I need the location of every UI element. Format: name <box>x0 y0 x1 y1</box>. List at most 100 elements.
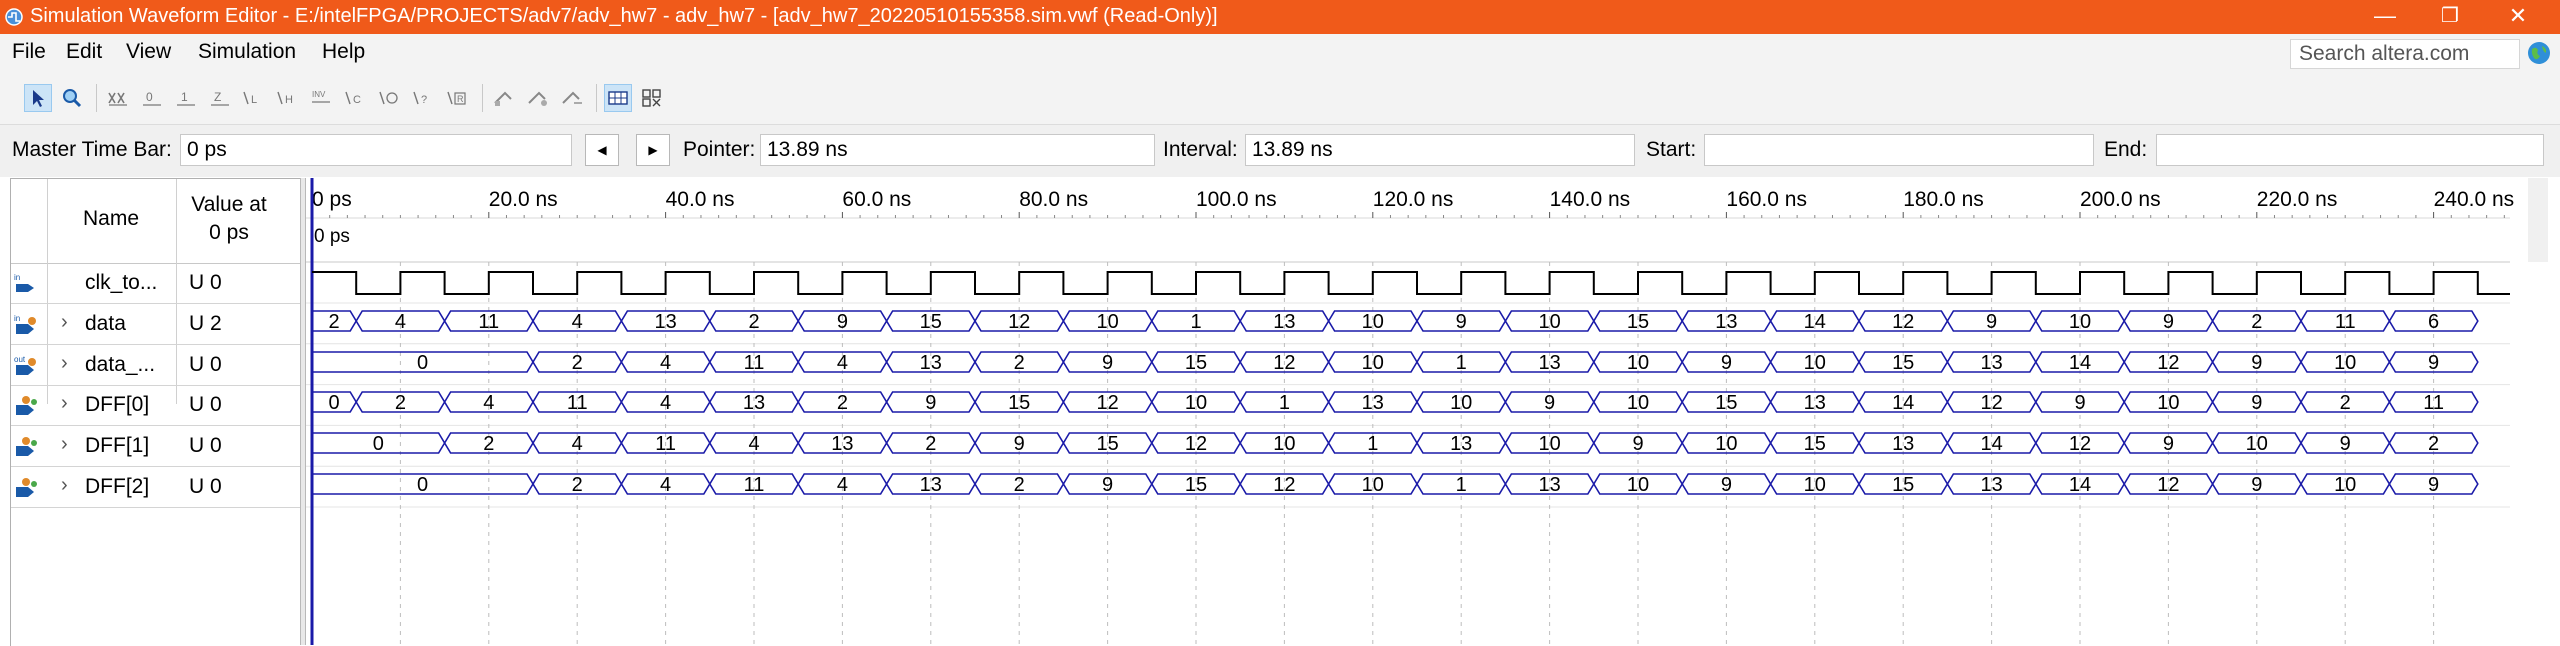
data-out-bus-value: 15 <box>1185 352 1207 374</box>
waveform-canvas[interactable]: 0 ps 20.0 ns 40.0 ns 60.0 ns 80.0 ns 100.0 ns… <box>306 178 2560 645</box>
force-weak-high-button[interactable]: H <box>274 84 302 112</box>
data-bus-value: 13 <box>1273 311 1295 333</box>
dff0-bus-value: 2 <box>837 392 848 414</box>
data-bus-value: 9 <box>1456 311 1467 333</box>
dff0-bus-value: 0 <box>329 392 340 414</box>
start-field[interactable] <box>1704 134 2094 166</box>
random-values-button[interactable]: ? <box>410 84 438 112</box>
overwrite-clock-button[interactable] <box>376 84 404 112</box>
dff0-bus-value: 13 <box>743 392 765 414</box>
title-bar: Simulation Waveform Editor - E:/intelFPG… <box>0 0 2560 34</box>
dff1-bus-value: 12 <box>1185 433 1207 455</box>
svg-text:C: C <box>353 94 361 106</box>
master-time-bar-field[interactable]: 0 ps <box>180 134 572 166</box>
data-bus-value: 10 <box>1538 311 1560 333</box>
insert-node-button[interactable] <box>558 84 586 112</box>
dff0-bus-value: 10 <box>1450 392 1472 414</box>
data-out-bus-value: 2 <box>1014 352 1025 374</box>
data-bus-value: 4 <box>395 311 406 333</box>
data-bus-value: 15 <box>1627 311 1649 333</box>
minimize-button[interactable]: — <box>2355 0 2415 34</box>
signal-row-dff1[interactable]: › DFF[1] U 0 <box>11 426 301 467</box>
buried-bus-icon <box>16 437 37 456</box>
name-column-header[interactable]: Name <box>83 207 139 231</box>
zoom-tool-button[interactable] <box>58 84 86 112</box>
selection-tool-button[interactable] <box>24 84 52 112</box>
data-out-bus-value: 1 <box>1456 352 1467 374</box>
dff1-bus-value: 2 <box>925 433 936 455</box>
waveform-display[interactable]: 0 ps 20.0 ns 40.0 ns 60.0 ns 80.0 ns 100.0 ns… <box>306 178 2560 645</box>
signal-row-data[interactable]: in › data U 2 <box>11 304 301 345</box>
menu-file[interactable]: File <box>12 40 46 64</box>
menu-simulation[interactable]: Simulation <box>198 40 296 64</box>
input-bus-icon: in <box>14 314 36 334</box>
data-out-bus-value: 13 <box>1980 352 2002 374</box>
data-out-bus-value: 2 <box>572 352 583 374</box>
time-label: 120.0 ns <box>1373 188 1454 211</box>
window-title: Simulation Waveform Editor - E:/intelFPG… <box>30 5 1218 27</box>
force-weak-low-button[interactable]: L <box>240 84 268 112</box>
dff2-bus-value: 12 <box>2157 474 2179 496</box>
snap-to-grid-button[interactable] <box>490 84 518 112</box>
svg-text:in: in <box>14 314 20 323</box>
menu-edit[interactable]: Edit <box>66 40 102 64</box>
show-grid-button[interactable] <box>604 84 632 112</box>
signal-row-dff0[interactable]: › DFF[0] U 0 <box>11 385 301 426</box>
dff1-bus-value: 10 <box>2246 433 2268 455</box>
previous-transition-button[interactable]: ◀ <box>585 134 619 166</box>
dff1-bus-value: 10 <box>1538 433 1560 455</box>
data-bus-value: 10 <box>1096 311 1118 333</box>
force-unknown-button[interactable] <box>104 84 132 112</box>
expand-chevron-icon[interactable]: › <box>61 392 68 415</box>
toolbar: 0 1 Z L H INV C ? R <box>0 74 2560 125</box>
cursor-time-label: 0 ps <box>314 226 350 247</box>
count-value-button[interactable]: C <box>342 84 370 112</box>
dff0-bus-value: 13 <box>1804 392 1826 414</box>
random-icon: ? <box>413 91 427 106</box>
time-label: 200.0 ns <box>2080 188 2161 211</box>
master-time-bar-label: Master Time Bar: <box>12 138 172 161</box>
svg-text:R: R <box>457 94 464 104</box>
end-field[interactable] <box>2156 134 2544 166</box>
signal-row-data-out[interactable]: out › data_... U 0 <box>11 345 301 386</box>
next-transition-button[interactable]: ▶ <box>636 134 670 166</box>
grid-settings-button[interactable] <box>638 84 666 112</box>
vertical-scrollbar[interactable] <box>2528 178 2548 262</box>
force-low-button[interactable]: 0 <box>138 84 166 112</box>
arrow-right-icon: ▶ <box>648 143 658 157</box>
data-out-bus-value: 11 <box>744 352 765 374</box>
expand-chevron-icon[interactable]: › <box>61 311 68 334</box>
dff0-bus-value: 11 <box>567 392 588 414</box>
expand-chevron-icon[interactable]: › <box>61 474 68 497</box>
force-unknown-icon <box>108 92 127 106</box>
value-header-line1: Value at <box>191 193 267 216</box>
dff0-bus-value: 15 <box>1715 392 1737 414</box>
menu-help[interactable]: Help <box>322 40 365 64</box>
signal-name: data_... <box>85 353 156 376</box>
toolbar-separator <box>596 84 597 112</box>
svg-text:out: out <box>14 355 26 364</box>
force-high-impedance-button[interactable]: Z <box>206 84 234 112</box>
interval-label: Interval: <box>1163 138 1238 161</box>
data-bus-value: 10 <box>1362 311 1384 333</box>
overwrite-value-button[interactable]: R <box>444 84 472 112</box>
force-dont-care-button[interactable]: INV <box>308 84 336 112</box>
dff0-bus-value: 12 <box>1096 392 1118 414</box>
clock-waveform[interactable] <box>312 271 2510 295</box>
toolbar-separator <box>482 84 483 112</box>
signal-row-clk[interactable]: in clk_to... U 0 <box>11 263 301 304</box>
search-input[interactable]: Search altera.com <box>2290 39 2520 69</box>
globe-icon[interactable] <box>2526 40 2552 66</box>
value-column-header[interactable]: Value at 0 ps <box>181 191 277 247</box>
sort-button[interactable] <box>524 84 552 112</box>
close-button[interactable]: ✕ <box>2488 0 2548 34</box>
force-high-button[interactable]: 1 <box>172 84 200 112</box>
dff2-bus-value: 14 <box>2069 474 2091 496</box>
expand-chevron-icon[interactable]: › <box>61 352 68 375</box>
signal-row-dff2[interactable]: › DFF[2] U 0 <box>11 467 301 508</box>
svg-text:INV: INV <box>312 90 326 99</box>
expand-chevron-icon[interactable]: › <box>61 433 68 456</box>
data-out-bus-value: 10 <box>1804 352 1826 374</box>
maximize-button[interactable]: ❐ <box>2420 0 2480 34</box>
menu-view[interactable]: View <box>126 40 171 64</box>
